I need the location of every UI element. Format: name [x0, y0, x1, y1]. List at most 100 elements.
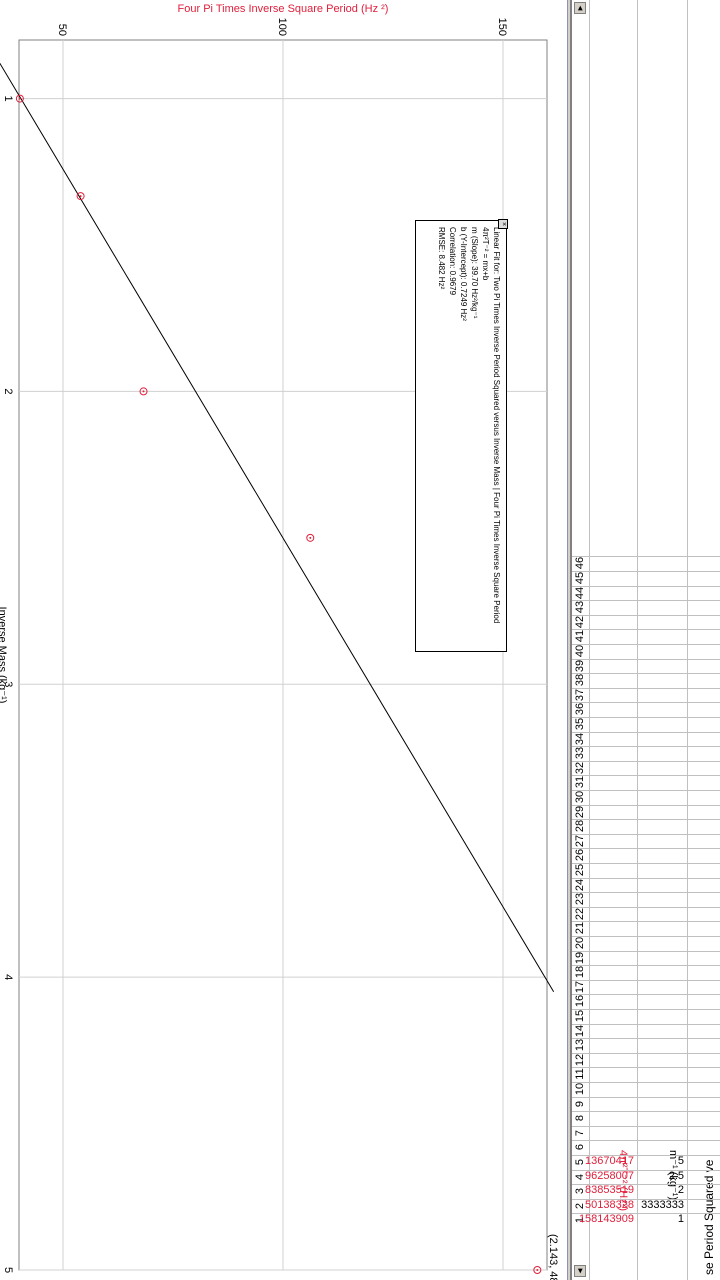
row-number: 35	[574, 717, 586, 731]
table-cell[interactable]: 3333333	[641, 1199, 684, 1211]
row-divider	[572, 585, 720, 587]
x-axis-title: Inverse Mass (kg⁻¹)	[0, 607, 8, 704]
row-divider	[572, 629, 720, 631]
table-cell[interactable]: 2.5	[669, 1170, 684, 1182]
column-divider	[589, 0, 590, 1280]
row-number: 38	[574, 674, 586, 687]
row-number: 44	[574, 586, 586, 599]
row-divider	[572, 877, 720, 879]
linear-fit-box[interactable]: × Linear Fit for: Two Pi Times Inverse P…	[415, 219, 508, 652]
x-tick-label: 5	[2, 1267, 14, 1273]
row-divider	[572, 571, 720, 572]
row-divider	[572, 746, 720, 748]
row-number: 45	[574, 571, 586, 585]
fit-intercept: b (Y-Intercept): 0.7249 Hz²	[459, 227, 468, 321]
row-divider	[572, 1111, 720, 1113]
row-number: 43	[574, 601, 586, 614]
row-number: 46	[574, 557, 586, 570]
data-point-center	[309, 536, 312, 539]
row-divider	[572, 863, 720, 864]
row-divider	[572, 936, 720, 937]
y-tick-label: 150	[496, 18, 508, 36]
table-cell[interactable]: 5	[678, 1155, 684, 1167]
row-number: 10	[574, 1082, 586, 1096]
row-divider	[572, 614, 720, 616]
table-cell[interactable]: 2	[678, 1184, 684, 1196]
row-number: 26	[574, 849, 586, 862]
row-divider	[572, 979, 720, 981]
close-icon[interactable]: ×	[498, 219, 508, 229]
row-divider	[572, 1038, 720, 1040]
row-divider	[572, 673, 720, 675]
column-divider	[637, 0, 638, 1280]
table-cell[interactable]: 1	[678, 1213, 684, 1225]
row-number: 21	[574, 922, 586, 935]
y-tick-label: 50	[56, 24, 68, 36]
x-tick-label: 1	[2, 96, 14, 102]
data-point-center	[18, 97, 21, 100]
row-divider	[572, 921, 720, 923]
row-number: 37	[574, 688, 586, 701]
scroll-up-button[interactable]: ◄	[574, 2, 586, 14]
table-cell[interactable]: 50138328	[585, 1199, 634, 1211]
row-number: 6	[574, 1144, 586, 1151]
row-number: 33	[574, 747, 586, 760]
row-number: 11	[574, 1068, 586, 1081]
row-number: 17	[574, 980, 586, 993]
row-number: 25	[574, 863, 586, 877]
row-divider	[572, 848, 720, 850]
table-cell[interactable]: 13670417	[585, 1155, 634, 1167]
row-number: 20	[574, 936, 586, 950]
table-cell[interactable]: 96258007	[585, 1170, 634, 1182]
row-divider	[572, 804, 720, 806]
row-number: 23	[574, 893, 586, 906]
data-table[interactable]: se Period Squared ve m⁻¹ (kg⁻¹) 4π²T⁻² (Hz…	[570, 0, 720, 1280]
row-number: 34	[574, 732, 586, 745]
row-divider	[572, 658, 720, 660]
table-cell[interactable]: 158143909	[579, 1213, 634, 1225]
row-divider	[572, 775, 720, 777]
row-number: 18	[574, 966, 586, 979]
column-header: se Period Squared ve	[702, 1159, 716, 1275]
fit-correlation: Correlation: 0.9679	[448, 227, 457, 296]
row-number: 14	[574, 1024, 586, 1037]
row-divider	[572, 950, 720, 952]
row-number: 8	[574, 1115, 586, 1122]
app-window: se Period Squared ve m⁻¹ (kg⁻¹) 4π²T⁻² (Hz…	[0, 0, 720, 1280]
row-number: 22	[574, 907, 586, 920]
row-divider	[572, 1125, 720, 1127]
table-grid: se Period Squared ve m⁻¹ (kg⁻¹) 4π²T⁻² (Hz…	[572, 0, 720, 1280]
row-number: 13	[574, 1039, 586, 1052]
row-divider	[572, 1009, 720, 1010]
row-number: 36	[574, 703, 586, 716]
row-number: 15	[574, 1009, 586, 1023]
row-divider	[572, 819, 720, 821]
row-divider	[572, 892, 720, 894]
row-divider	[572, 1082, 720, 1083]
scroll-down-button[interactable]: ►	[574, 1265, 586, 1277]
fit-rmse: RMSE: 8.482 Hz²	[437, 227, 446, 290]
row-number: 30	[574, 790, 586, 804]
data-point-center	[536, 1269, 539, 1271]
row-number: 16	[574, 995, 586, 1008]
fit-slope: m (Slope): 39.70 Hz²/kg⁻¹	[470, 227, 479, 319]
row-divider	[572, 644, 720, 645]
row-divider	[572, 790, 720, 791]
data-point-center	[79, 195, 82, 198]
row-divider	[572, 1096, 720, 1098]
row-divider	[572, 1067, 720, 1069]
row-number: 24	[574, 878, 586, 891]
x-tick-label: 2	[2, 388, 14, 394]
row-number: 9	[574, 1100, 586, 1107]
row-number: 39	[574, 659, 586, 672]
graph-panel[interactable]: 1 2 3 4 5 50 100 150 Inverse Mass (kg⁻¹) Four Pi …	[0, 0, 568, 1280]
row-divider	[572, 1052, 720, 1054]
row-number: 12	[574, 1053, 586, 1066]
row-divider	[572, 965, 720, 967]
row-number: 42	[574, 615, 586, 628]
row-divider	[572, 833, 720, 835]
row-number: 41	[574, 630, 586, 643]
table-cell[interactable]: 83853519	[585, 1184, 634, 1196]
row-divider	[572, 702, 720, 704]
row-number: 19	[574, 951, 586, 964]
